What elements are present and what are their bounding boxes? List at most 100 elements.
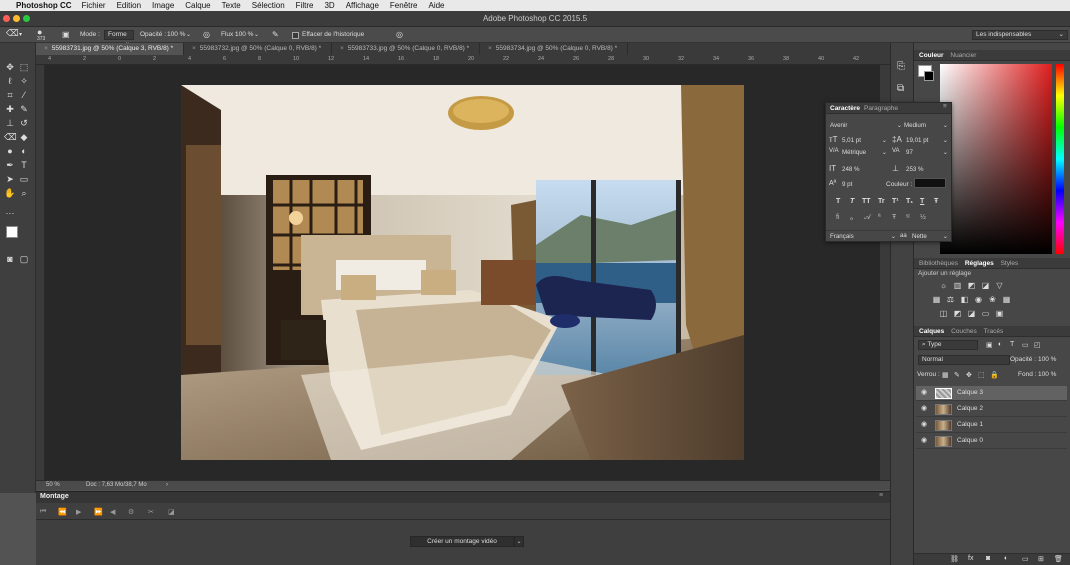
- timeline-title[interactable]: Montage: [40, 493, 69, 500]
- photo-filter-icon[interactable]: ◉: [974, 295, 983, 304]
- layer-row[interactable]: ◉ Calque 2: [916, 402, 1067, 417]
- crop-tool-icon[interactable]: ⌗: [4, 89, 16, 101]
- screen-mode-icon[interactable]: ▢: [18, 253, 30, 265]
- menu-aide[interactable]: Aide: [428, 1, 444, 10]
- tab-paragraphe[interactable]: Paragraphe: [864, 105, 898, 112]
- zoom-level[interactable]: 50 %: [46, 482, 60, 488]
- selective-color-icon[interactable]: ▣: [995, 309, 1004, 318]
- threshold-icon[interactable]: ◪: [967, 309, 976, 318]
- move-tool-icon[interactable]: ✥: [4, 61, 16, 73]
- menu-image[interactable]: Image: [152, 1, 174, 10]
- transition-icon[interactable]: ◪: [168, 508, 175, 516]
- quick-mask-icon[interactable]: ◙: [4, 253, 16, 265]
- fill-value[interactable]: 100 %: [1038, 371, 1056, 378]
- menu-selection[interactable]: Sélection: [252, 1, 285, 10]
- tab-reglages[interactable]: Réglages: [965, 260, 994, 267]
- split-scissors-icon[interactable]: ✂: [148, 508, 154, 516]
- eraser-tool-icon[interactable]: ⌫: [6, 28, 19, 38]
- visibility-eye-icon[interactable]: ◉: [920, 437, 928, 445]
- tab-couches[interactable]: Couches: [951, 328, 977, 335]
- link-layers-icon[interactable]: ⛓: [950, 555, 959, 563]
- vertical-scale-field[interactable]: 248 %: [842, 165, 882, 174]
- delete-layer-icon[interactable]: 🗑: [1054, 555, 1063, 563]
- brush-settings-icon[interactable]: ▣: [62, 30, 70, 40]
- filter-smart-object-icon[interactable]: ◰: [1034, 341, 1041, 349]
- create-video-timeline-button[interactable]: Créer un montage vidéo: [410, 536, 514, 547]
- flow-value[interactable]: 100 %: [235, 30, 253, 40]
- menu-fenetre[interactable]: Fenêtre: [390, 1, 418, 10]
- mode-select[interactable]: Forme⌄: [104, 30, 134, 46]
- filter-type-icon[interactable]: T: [1010, 341, 1014, 348]
- menu-3d[interactable]: 3D: [324, 1, 334, 10]
- app-menu[interactable]: Photoshop CC: [16, 1, 72, 10]
- workspace-select[interactable]: Les indispensables ⌄: [972, 30, 1068, 40]
- hue-slider[interactable]: [1056, 64, 1064, 254]
- erase-history-checkbox[interactable]: [292, 32, 299, 39]
- layer-row[interactable]: ◉ Calque 1: [916, 418, 1067, 433]
- more-tools-icon[interactable]: ···: [4, 207, 16, 219]
- history-panel-icon[interactable]: ⎘: [897, 61, 905, 72]
- next-frame-icon[interactable]: ⏩: [94, 508, 103, 516]
- actions-panel-icon[interactable]: ⧉: [897, 83, 904, 94]
- brush-tool-icon[interactable]: ✎: [18, 103, 30, 115]
- blend-mode-select[interactable]: Normal: [918, 355, 1010, 365]
- clone-stamp-tool-icon[interactable]: ⊥: [4, 117, 16, 129]
- left-ruler[interactable]: [36, 65, 45, 480]
- blur-tool-icon[interactable]: ●: [4, 145, 16, 157]
- small-caps-button[interactable]: Tr: [878, 198, 885, 205]
- filter-pixel-icon[interactable]: ▣: [986, 341, 993, 349]
- old-style-icon[interactable]: ℴ: [850, 214, 853, 222]
- document-tab[interactable]: × 55983733.jpg @ 50% (Calque 0, RVB/8) *: [332, 43, 480, 55]
- hand-tool-icon[interactable]: ✋: [4, 187, 16, 199]
- layer-style-fx-icon[interactable]: fx: [968, 555, 973, 562]
- menu-fichier[interactable]: Fichier: [82, 1, 106, 10]
- airbrush-icon[interactable]: ✎: [272, 30, 279, 40]
- hue-saturation-icon[interactable]: ▦: [932, 295, 941, 304]
- eyedropper-tool-icon[interactable]: ⁄: [18, 89, 30, 101]
- kerning-select[interactable]: Métrique ⌄: [842, 148, 887, 157]
- visibility-eye-icon[interactable]: ◉: [920, 421, 928, 429]
- menu-affichage[interactable]: Affichage: [346, 1, 379, 10]
- document-tab[interactable]: × 55983734.jpg @ 50% (Calque 0, RVB/8) *: [480, 43, 628, 55]
- tab-styles[interactable]: Styles: [1001, 260, 1019, 267]
- zoom-tool-icon[interactable]: ⌕: [18, 187, 30, 199]
- tab-calques[interactable]: Calques: [919, 328, 944, 335]
- lasso-tool-icon[interactable]: ℓ: [4, 75, 16, 87]
- settings-gear-icon[interactable]: ⚙: [128, 508, 134, 516]
- menu-calque[interactable]: Calque: [185, 1, 210, 10]
- flow-chevron-icon[interactable]: ⌄: [254, 30, 259, 40]
- tracking-field[interactable]: 97 ⌄: [906, 148, 948, 157]
- lock-all-icon[interactable]: 🔒: [990, 371, 999, 379]
- layer-mask-icon[interactable]: ◙: [986, 555, 990, 562]
- titling-icon[interactable]: Ŧ: [892, 214, 896, 221]
- curves-icon[interactable]: ◩: [967, 281, 976, 290]
- swash-icon[interactable]: 𝒜: [864, 214, 871, 222]
- stylistic-alternates-icon[interactable]: ª: [878, 214, 881, 221]
- color-balance-icon[interactable]: ⚖: [946, 295, 955, 304]
- menu-edition[interactable]: Edition: [117, 1, 141, 10]
- panel-menu-icon[interactable]: ≡: [879, 492, 883, 499]
- brightness-contrast-icon[interactable]: ☼: [939, 281, 948, 290]
- document-tab[interactable]: × 55983732.jpg @ 50% (Calque 0, RVB/8) *: [184, 43, 332, 55]
- tab-nuancier[interactable]: Nuancier: [950, 52, 976, 59]
- visibility-eye-icon[interactable]: ◉: [920, 405, 928, 413]
- filter-adjustment-icon[interactable]: ◐: [998, 341, 1002, 348]
- eraser-tool-icon[interactable]: ⌫: [4, 131, 17, 143]
- menu-filtre[interactable]: Filtre: [296, 1, 314, 10]
- lock-position-icon[interactable]: ✥: [966, 371, 972, 379]
- black-white-icon[interactable]: ◧: [960, 295, 969, 304]
- layer-filter-select[interactable]: ⌕ Type: [918, 340, 978, 350]
- dodge-tool-icon[interactable]: ◐: [18, 145, 30, 157]
- new-adjustment-layer-icon[interactable]: ◐: [1004, 555, 1008, 562]
- background-color-swatch[interactable]: [924, 71, 934, 81]
- marquee-tool-icon[interactable]: ⬚: [18, 61, 30, 73]
- filter-shape-icon[interactable]: ▭: [1022, 341, 1029, 349]
- panel-menu-icon[interactable]: ≡: [943, 103, 947, 110]
- subscript-button[interactable]: T₁: [906, 198, 913, 205]
- levels-icon[interactable]: ▥: [953, 281, 962, 290]
- underline-button[interactable]: T: [920, 198, 924, 205]
- all-caps-button[interactable]: TT: [862, 198, 871, 205]
- lock-transparency-icon[interactable]: ▦: [942, 371, 949, 379]
- font-family-select[interactable]: Avenir ⌄: [830, 121, 902, 130]
- exposure-icon[interactable]: ◪: [981, 281, 990, 290]
